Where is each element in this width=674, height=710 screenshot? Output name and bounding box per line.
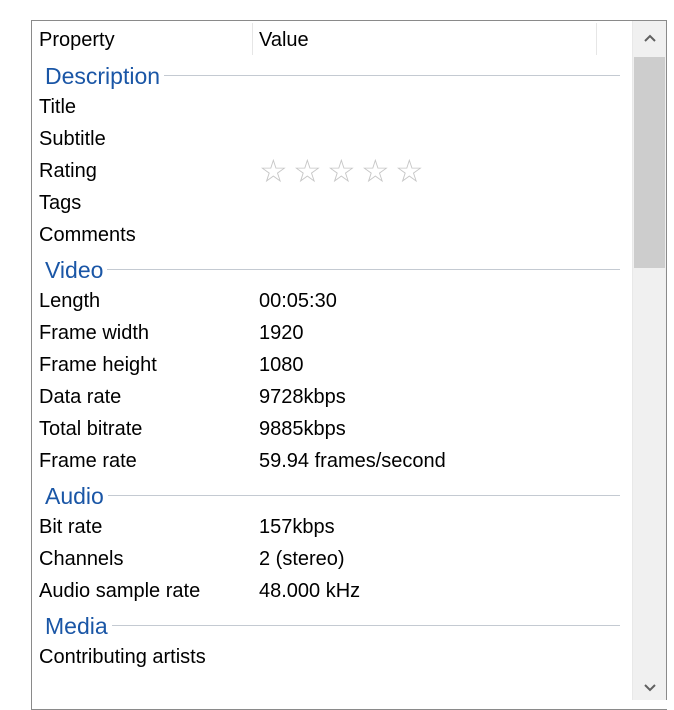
property-name: Tags <box>39 192 82 214</box>
property-name: Data rate <box>39 386 122 408</box>
property-row-subtitle[interactable]: Subtitle <box>32 123 632 155</box>
property-name: Contributing artists <box>39 646 206 668</box>
chevron-up-icon[interactable] <box>633 21 666 55</box>
property-row-comments[interactable]: Comments <box>32 219 632 251</box>
property-row-audio-sample-rate[interactable]: Audio sample rate 48.000 kHz <box>32 575 632 607</box>
property-value: 1080 <box>259 354 304 376</box>
property-name: Title <box>39 96 77 118</box>
column-divider[interactable] <box>252 23 253 55</box>
column-header: Property Value <box>32 21 632 57</box>
section-title: Audio <box>45 477 108 515</box>
property-row-frame-width[interactable]: Frame width 1920 <box>32 317 632 349</box>
property-name: Frame rate <box>39 450 137 472</box>
property-name: Bit rate <box>39 516 103 538</box>
rating-stars[interactable]: ☆ ☆ ☆ ☆ ☆ <box>259 155 429 187</box>
property-name: Rating <box>39 160 97 182</box>
property-name: Length <box>39 290 101 312</box>
star-icon[interactable]: ☆ <box>361 155 395 187</box>
property-name: Subtitle <box>39 128 106 150</box>
section-video: Video <box>32 251 632 289</box>
property-name: Total bitrate <box>39 418 143 440</box>
section-title: Video <box>45 251 108 289</box>
section-rule <box>45 625 620 626</box>
property-value: 9728kbps <box>259 386 346 408</box>
property-value: 157kbps <box>259 516 335 538</box>
panel-border <box>666 20 667 700</box>
property-value: 59.94 frames/second <box>259 450 446 472</box>
property-value: 9885kbps <box>259 418 346 440</box>
vertical-scrollbar[interactable] <box>632 21 666 700</box>
section-rule <box>45 269 620 270</box>
property-row-contributing-artists[interactable]: Contributing artists <box>32 641 632 673</box>
property-row-data-rate[interactable]: Data rate 9728kbps <box>32 381 632 413</box>
property-row-frame-height[interactable]: Frame height 1080 <box>32 349 632 381</box>
property-value: 48.000 kHz <box>259 580 361 602</box>
property-row-title[interactable]: Title <box>32 91 632 123</box>
scrollbar-thumb[interactable] <box>634 57 665 268</box>
property-name: Audio sample rate <box>39 580 201 602</box>
property-row-tags[interactable]: Tags <box>32 187 632 219</box>
property-row-rating[interactable]: Rating ☆ ☆ ☆ ☆ ☆ <box>32 155 632 187</box>
star-icon[interactable]: ☆ <box>293 155 327 187</box>
star-icon[interactable]: ☆ <box>395 155 429 187</box>
properties-panel: Property Value Description Title Subtitl… <box>31 20 667 710</box>
property-name: Frame height <box>39 354 157 376</box>
column-header-property[interactable]: Property <box>39 21 115 57</box>
column-header-value[interactable]: Value <box>259 21 309 57</box>
star-icon[interactable]: ☆ <box>327 155 361 187</box>
section-media: Media <box>32 607 632 645</box>
property-value: 00:05:30 <box>259 290 337 312</box>
property-value: 1920 <box>259 322 304 344</box>
property-name: Frame width <box>39 322 150 344</box>
property-name: Comments <box>39 224 136 246</box>
properties-list: Description Title Subtitle Rating ☆ ☆ ☆ … <box>32 57 632 673</box>
section-description: Description <box>32 57 632 95</box>
property-name: Channels <box>39 548 124 570</box>
section-title: Media <box>45 607 112 645</box>
section-rule <box>45 495 620 496</box>
property-row-channels[interactable]: Channels 2 (stereo) <box>32 543 632 575</box>
property-row-total-bitrate[interactable]: Total bitrate 9885kbps <box>32 413 632 445</box>
property-row-bit-rate[interactable]: Bit rate 157kbps <box>32 511 632 543</box>
section-title: Description <box>45 57 165 95</box>
column-divider[interactable] <box>596 23 597 55</box>
property-value: 2 (stereo) <box>259 548 345 570</box>
section-audio: Audio <box>32 477 632 515</box>
property-row-length[interactable]: Length 00:05:30 <box>32 285 632 317</box>
star-icon[interactable]: ☆ <box>259 155 293 187</box>
property-row-frame-rate[interactable]: Frame rate 59.94 frames/second <box>32 445 632 477</box>
